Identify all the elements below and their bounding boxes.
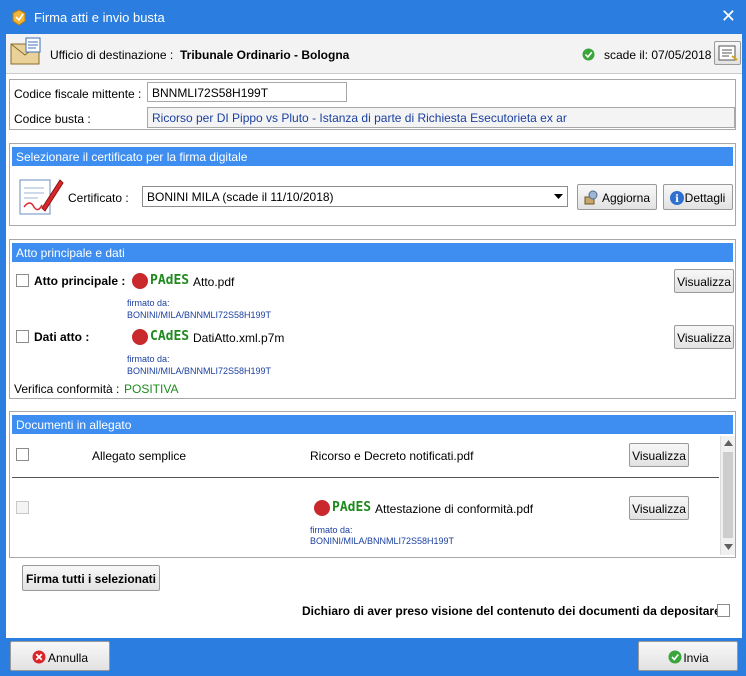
- attachments-list: Allegato semplice Ricorso e Decreto noti…: [12, 436, 719, 555]
- seal-icon: [314, 500, 330, 516]
- cancel-icon: [32, 650, 46, 664]
- details-label: Dettagli: [684, 191, 726, 205]
- dati-signer: BONINI/MILA/BNNMLI72S58H199T: [127, 366, 272, 376]
- dati-signed-by-label: firmato da:: [127, 354, 170, 364]
- attachment-signed-by-label: firmato da:: [310, 525, 353, 535]
- attachment-checkbox[interactable]: [16, 501, 29, 514]
- title-bar: Firma atti e invio busta ✕: [0, 0, 746, 34]
- declaration-checkbox[interactable]: [717, 604, 730, 617]
- attachment-file: Ricorso e Decreto notificati.pdf: [310, 449, 474, 463]
- pades-badge: PAdES: [332, 500, 372, 515]
- sign-all-button[interactable]: Firma tutti i selezionati: [22, 565, 160, 591]
- signature-icon: [19, 179, 64, 215]
- cancel-label: Annulla: [47, 651, 89, 665]
- atto-signer: BONINI/MILA/BNNMLI72S58H199T: [127, 310, 272, 320]
- list-item: Allegato semplice Ricorso e Decreto noti…: [12, 436, 719, 478]
- attachments-section-title: Documenti in allegato: [12, 415, 733, 434]
- dati-view-button[interactable]: Visualizza: [674, 325, 734, 349]
- check-icon: [582, 48, 595, 61]
- conformity-value: POSITIVA: [124, 382, 179, 396]
- atto-file: Atto.pdf: [193, 275, 235, 289]
- svg-text:i: i: [675, 194, 679, 205]
- refresh-button[interactable]: Aggiorna: [577, 184, 657, 210]
- main-act-section: Atto principale e dati Atto principale :…: [9, 239, 736, 399]
- office-label: Ufficio di destinazione :: [50, 48, 174, 62]
- declaration-label: Dichiaro di aver preso visione del conte…: [302, 604, 721, 618]
- office-value: Tribunale Ordinario - Bologna: [180, 48, 350, 62]
- cancel-button[interactable]: Annulla: [10, 641, 110, 671]
- pades-badge: PAdES: [150, 273, 190, 288]
- document-edit-icon: [718, 45, 738, 61]
- attachment-type: Allegato semplice: [92, 449, 187, 463]
- details-button[interactable]: i Dettagli: [663, 184, 733, 210]
- office-header: Ufficio di destinazione : Tribunale Ordi…: [6, 34, 742, 74]
- code-value: Ricorso per DI Pippo vs Pluto - Istanza …: [147, 107, 735, 128]
- cades-badge: CAdES: [150, 329, 190, 344]
- atto-label: Atto principale :: [34, 274, 126, 288]
- dati-checkbox[interactable]: [16, 330, 29, 343]
- certificate-label: Certificato :: [68, 191, 129, 205]
- close-icon[interactable]: ✕: [721, 6, 736, 26]
- refresh-icon: [584, 190, 598, 205]
- app-icon: [12, 9, 26, 26]
- scroll-thumb[interactable]: [723, 452, 733, 538]
- attachment-file: Attestazione di conformità.pdf: [375, 502, 534, 516]
- expiry-date: scade il: 07/05/2018: [604, 48, 712, 62]
- conformity-label: Verifica conformità :: [14, 382, 120, 396]
- attachment-checkbox[interactable]: [16, 448, 29, 461]
- sender-box: Codice fiscale mittente : BNNMLI72S58H19…: [9, 79, 736, 130]
- notes-button[interactable]: [714, 41, 741, 65]
- cf-input[interactable]: BNNMLI72S58H199T: [147, 82, 347, 102]
- cf-label: Codice fiscale mittente :: [14, 87, 142, 101]
- atto-checkbox[interactable]: [16, 274, 29, 287]
- certificate-select[interactable]: BONINI MILA (scade il 11/10/2018): [142, 186, 568, 207]
- scroll-up-icon[interactable]: [724, 440, 733, 446]
- send-button[interactable]: Invia: [638, 641, 738, 671]
- atto-signed-by-label: firmato da:: [127, 298, 170, 308]
- info-icon: i: [670, 191, 684, 205]
- dati-label: Dati atto :: [34, 330, 90, 344]
- seal-icon: [132, 273, 148, 289]
- attachments-section: Documenti in allegato Allegato semplice …: [9, 411, 736, 558]
- seal-icon: [132, 329, 148, 345]
- envelope-icon: [10, 37, 41, 65]
- scroll-down-icon[interactable]: [724, 544, 733, 550]
- attachment-signer: BONINI/MILA/BNNMLI72S58H199T: [310, 536, 455, 546]
- attachment-view-button[interactable]: Visualizza: [629, 496, 689, 520]
- certificate-section: Selezionare il certificato per la firma …: [9, 143, 736, 226]
- attachments-scrollbar[interactable]: [720, 436, 735, 555]
- chevron-down-icon: [554, 194, 563, 199]
- certificate-section-title: Selezionare il certificato per la firma …: [12, 147, 733, 166]
- main-act-section-title: Atto principale e dati: [12, 243, 733, 262]
- certificate-selected-value: BONINI MILA (scade il 11/10/2018): [147, 190, 334, 204]
- list-item: PAdES Attestazione di conformità.pdf fir…: [12, 479, 719, 555]
- check-icon: [668, 650, 682, 664]
- dialog-footer: Annulla Invia: [6, 638, 742, 676]
- send-label: Invia: [683, 651, 709, 665]
- code-label: Codice busta :: [14, 112, 91, 126]
- attachment-view-button[interactable]: Visualizza: [629, 443, 689, 467]
- dati-file: DatiAtto.xml.p7m: [193, 331, 285, 345]
- window-title: Firma atti e invio busta: [34, 10, 165, 25]
- refresh-label: Aggiorna: [601, 191, 651, 205]
- atto-view-button[interactable]: Visualizza: [674, 269, 734, 293]
